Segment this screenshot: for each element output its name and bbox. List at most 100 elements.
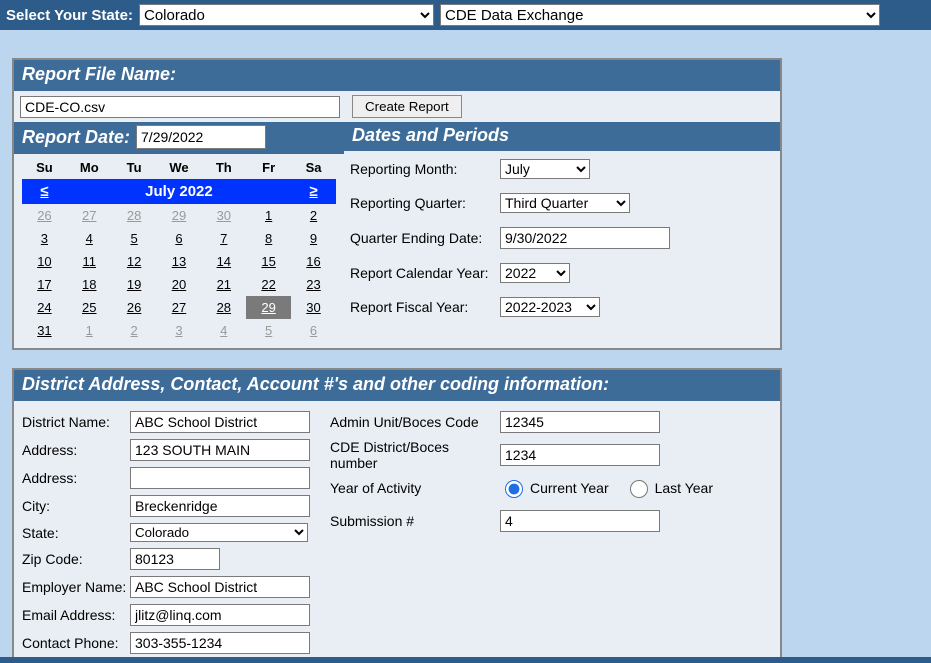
topbar: Select Your State: Colorado CDE Data Exc… [0, 0, 931, 30]
calendar-day[interactable]: 1 [67, 319, 112, 342]
current-year-radio-label[interactable]: Current Year [500, 477, 609, 498]
calendar-day[interactable]: 28 [112, 204, 157, 227]
submission-input[interactable] [500, 510, 660, 532]
calendar-day[interactable]: 12 [112, 250, 157, 273]
report-file-name-input[interactable] [20, 96, 340, 118]
calendar-dayname: We [157, 156, 202, 179]
cde-district-label: CDE District/Boces number [330, 439, 500, 471]
calendar-day[interactable]: 14 [201, 250, 246, 273]
reporting-month-select[interactable]: July [500, 159, 590, 179]
calendar-day[interactable]: 28 [201, 296, 246, 319]
reporting-quarter-label: Reporting Quarter: [350, 195, 500, 211]
phone-input[interactable] [130, 632, 310, 654]
calendar-day[interactable]: 24 [22, 296, 67, 319]
city-input[interactable] [130, 495, 310, 517]
calendar-next[interactable]: ≥ [309, 183, 317, 200]
calendar-day[interactable]: 2 [112, 319, 157, 342]
calendar-day[interactable]: 9 [291, 227, 336, 250]
calendar-day[interactable]: 7 [201, 227, 246, 250]
district-info-header: District Address, Contact, Account #'s a… [14, 370, 780, 401]
calendar-day[interactable]: 30 [201, 204, 246, 227]
fiscal-year-select[interactable]: 2022-2023 [500, 297, 600, 317]
calendar-day[interactable]: 30 [291, 296, 336, 319]
report-settings-panel: Report File Name: Create Report Report D… [12, 58, 782, 350]
calendar-day[interactable]: 4 [201, 319, 246, 342]
city-label: City: [22, 498, 130, 514]
submission-label: Submission # [330, 513, 500, 529]
report-date-input[interactable] [136, 125, 266, 149]
quarter-end-input[interactable] [500, 227, 670, 249]
reporting-quarter-select[interactable]: Third Quarter [500, 193, 630, 213]
zip-input[interactable] [130, 548, 220, 570]
cde-district-input[interactable] [500, 444, 660, 466]
calendar-dayname: Su [22, 156, 67, 179]
calendar-day[interactable]: 17 [22, 273, 67, 296]
calendar-day[interactable]: 3 [22, 227, 67, 250]
calendar-day[interactable]: 4 [67, 227, 112, 250]
calendar-day[interactable]: 26 [112, 296, 157, 319]
calendar-day[interactable]: 13 [157, 250, 202, 273]
calendar-day[interactable]: 29 [157, 204, 202, 227]
address2-input[interactable] [130, 467, 310, 489]
address1-input[interactable] [130, 439, 310, 461]
calendar-day[interactable]: 16 [291, 250, 336, 273]
calendar-year-select[interactable]: 2022 [500, 263, 570, 283]
data-exchange-select[interactable]: CDE Data Exchange [440, 4, 880, 26]
calendar-day[interactable]: 23 [291, 273, 336, 296]
quarter-end-label: Quarter Ending Date: [350, 230, 500, 246]
reporting-month-label: Reporting Month: [350, 161, 500, 177]
district-info-panel: District Address, Contact, Account #'s a… [12, 368, 782, 663]
fiscal-year-label: Report Fiscal Year: [350, 299, 500, 315]
state-label: State: [22, 525, 130, 541]
zip-label: Zip Code: [22, 551, 130, 567]
address2-label: Address: [22, 470, 130, 486]
calendar-day[interactable]: 5 [246, 319, 291, 342]
district-name-input[interactable] [130, 411, 310, 433]
calendar-dayname: Mo [67, 156, 112, 179]
employer-label: Employer Name: [22, 579, 130, 595]
state-select[interactable]: Colorado [139, 4, 434, 26]
calendar-day[interactable]: 27 [157, 296, 202, 319]
phone-label: Contact Phone: [22, 635, 130, 651]
calendar-day[interactable]: 22 [246, 273, 291, 296]
state-select-label: Select Your State: [6, 7, 133, 24]
last-year-radio-label[interactable]: Last Year [625, 477, 713, 498]
calendar-day[interactable]: 2 [291, 204, 336, 227]
calendar-day[interactable]: 3 [157, 319, 202, 342]
calendar-day[interactable]: 8 [246, 227, 291, 250]
current-year-radio[interactable] [505, 480, 523, 498]
bottom-stripe [0, 657, 931, 663]
calendar-title: July 2022 [67, 179, 291, 204]
dates-periods-header: Dates and Periods [344, 122, 780, 151]
calendar-day[interactable]: 29 [246, 296, 291, 319]
email-input[interactable] [130, 604, 310, 626]
admin-unit-input[interactable] [500, 411, 660, 433]
calendar-day[interactable]: 1 [246, 204, 291, 227]
calendar-day[interactable]: 15 [246, 250, 291, 273]
calendar-day[interactable]: 20 [157, 273, 202, 296]
district-name-label: District Name: [22, 414, 130, 430]
calendar-dayname: Sa [291, 156, 336, 179]
year-activity-label: Year of Activity [330, 480, 500, 496]
calendar-prev[interactable]: ≤ [40, 183, 48, 200]
calendar-day[interactable]: 11 [67, 250, 112, 273]
calendar-day[interactable]: 10 [22, 250, 67, 273]
calendar-day[interactable]: 18 [67, 273, 112, 296]
address1-label: Address: [22, 442, 130, 458]
calendar-day[interactable]: 25 [67, 296, 112, 319]
create-report-button[interactable]: Create Report [352, 95, 462, 118]
calendar-day[interactable]: 6 [157, 227, 202, 250]
state-input[interactable]: Colorado [130, 523, 308, 542]
employer-input[interactable] [130, 576, 310, 598]
report-file-name-header: Report File Name: [14, 60, 780, 91]
calendar-day[interactable]: 21 [201, 273, 246, 296]
calendar-day[interactable]: 19 [112, 273, 157, 296]
calendar-dayname: Tu [112, 156, 157, 179]
calendar-day[interactable]: 31 [22, 319, 67, 342]
calendar-day[interactable]: 5 [112, 227, 157, 250]
calendar-day[interactable]: 27 [67, 204, 112, 227]
calendar-dayname: Fr [246, 156, 291, 179]
calendar-day[interactable]: 6 [291, 319, 336, 342]
calendar-day[interactable]: 26 [22, 204, 67, 227]
last-year-radio[interactable] [630, 480, 648, 498]
